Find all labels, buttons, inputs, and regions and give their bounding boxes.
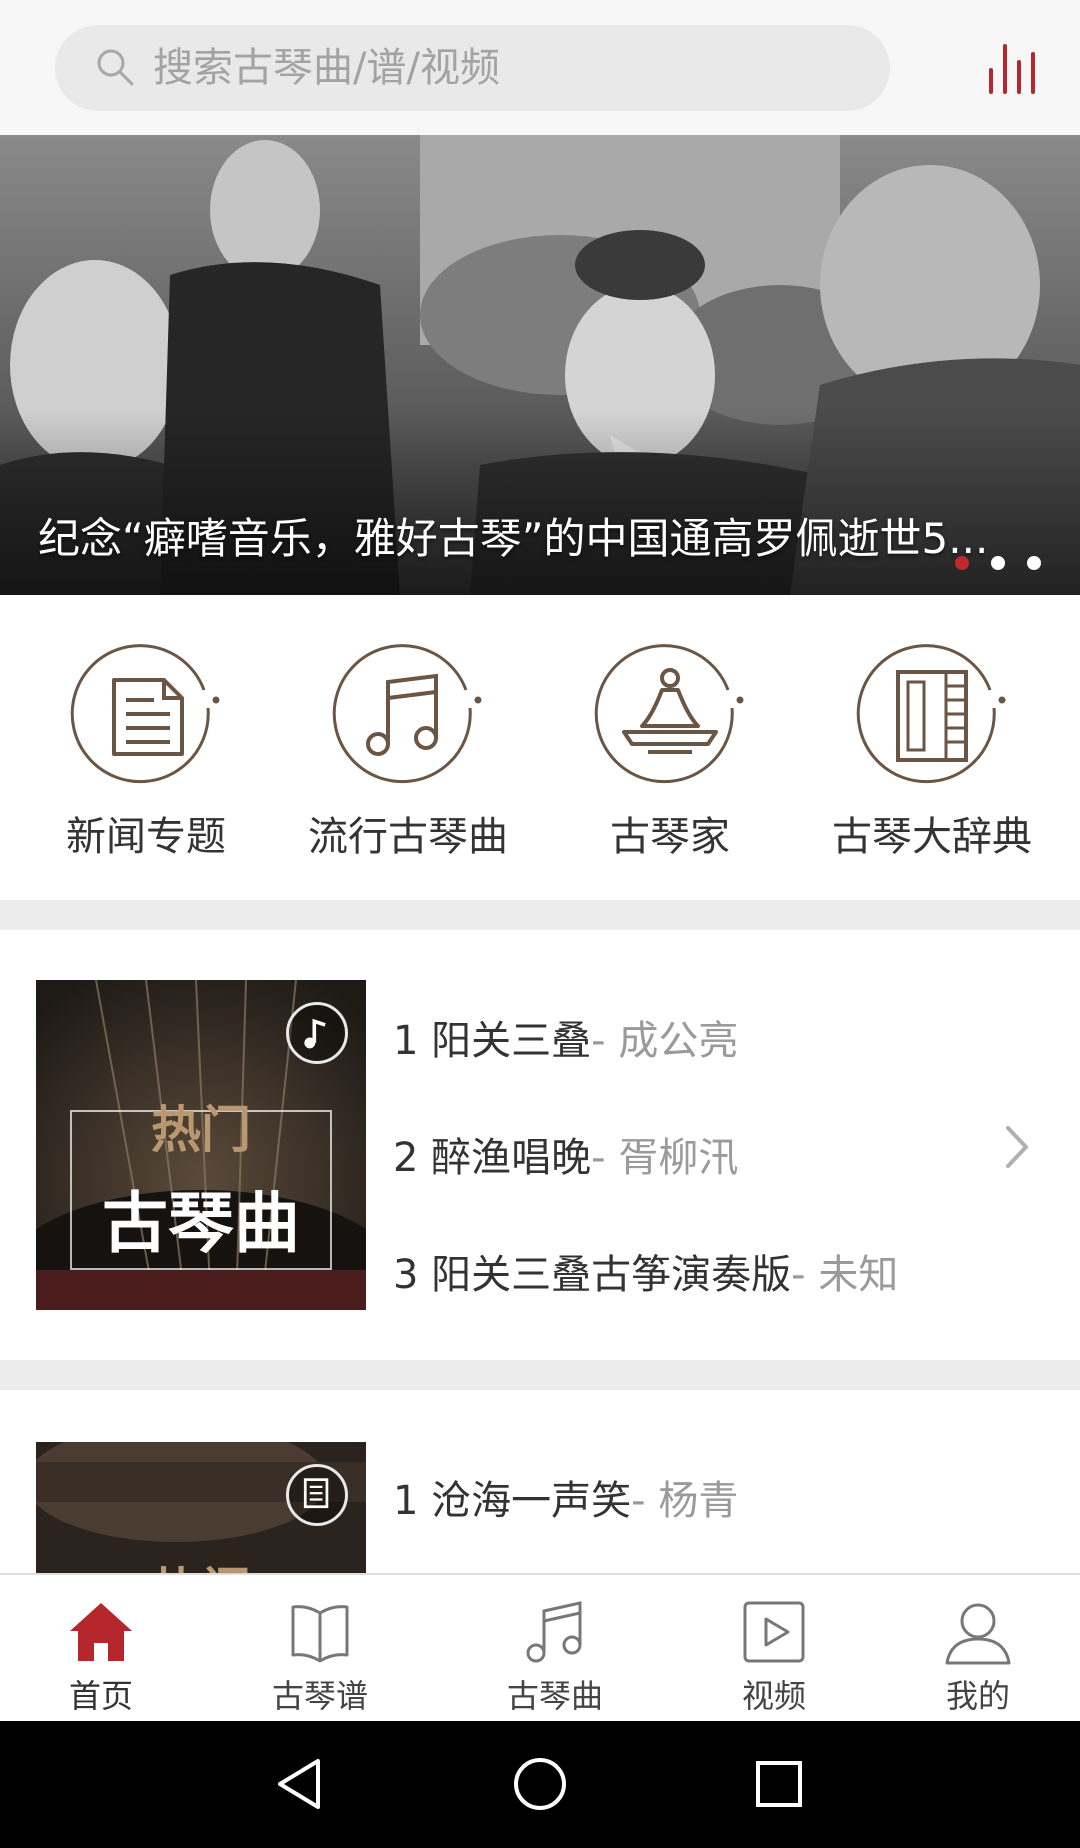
user-icon: [945, 1603, 1011, 1665]
song-item-1[interactable]: 1 阳关三叠- 成公亮: [393, 1008, 738, 1066]
video-play-icon: [743, 1601, 805, 1663]
banner-caption[interactable]: 纪念“癖嗜音乐，雅好古琴”的中国通高罗佩逝世5...: [38, 505, 1028, 566]
score-artist: - 杨青: [631, 1478, 739, 1524]
back-icon[interactable]: [268, 1751, 334, 1817]
category-grid: 新闻专题 流行古琴曲 古琴家 古琴大辞典: [0, 595, 1080, 900]
music-note-icon: [332, 644, 482, 784]
tab-label: 视频: [741, 1677, 806, 1715]
tab-label: 我的: [945, 1677, 1010, 1715]
tab-label: 首页: [68, 1677, 133, 1715]
song-index: 2: [393, 1135, 419, 1181]
dictionary-book-icon: [856, 644, 1006, 784]
score-item-1[interactable]: 1 沧海一声笑- 杨青: [393, 1468, 738, 1526]
song-title: 阳关三叠古筝演奏版: [431, 1252, 792, 1298]
category-dictionary[interactable]: 古琴大辞典: [812, 640, 1052, 862]
song-item-3[interactable]: 3 阳关三叠古筝演奏版- 未知: [393, 1242, 898, 1300]
recent-apps-icon[interactable]: [746, 1751, 812, 1817]
hot-scores-thumbnail[interactable]: 热门: [36, 1442, 366, 1573]
tab-songs[interactable]: 古琴曲: [475, 1597, 635, 1717]
song-artist: - 未知: [791, 1252, 899, 1298]
home-circle-icon[interactable]: [507, 1751, 573, 1817]
score-title: 沧海一声笑: [431, 1478, 632, 1524]
tab-scores[interactable]: 古琴谱: [240, 1597, 400, 1717]
song-title: 阳关三叠: [431, 1018, 592, 1064]
system-navigation-bar: [0, 1721, 1080, 1848]
screen: 搜索古琴曲/谱/视频 纪念“癖嗜音乐，雅好古琴”的中国通高罗佩逝世5... 新闻…: [0, 0, 1080, 1848]
song-artist: - 胥柳汛: [591, 1135, 739, 1181]
tab-home[interactable]: 首页: [21, 1597, 181, 1717]
carousel-dot-1: [955, 556, 969, 570]
carousel-indicator: [955, 556, 1041, 570]
song-index: 3: [393, 1252, 419, 1298]
top-bar: 搜索古琴曲/谱/视频: [0, 0, 1080, 135]
tab-profile[interactable]: 我的: [898, 1597, 1058, 1717]
thumbnail-title: 热门: [151, 1101, 251, 1159]
section-divider: [0, 900, 1080, 930]
thumbnail-title: 热门: [36, 1552, 366, 1573]
tab-label: 古琴谱: [271, 1677, 368, 1715]
bottom-tab-bar: 首页 古琴谱 古琴曲 视频 我的: [0, 1573, 1080, 1721]
song-title: 醉渔唱晚: [431, 1135, 592, 1181]
home-icon: [70, 1603, 132, 1661]
equalizer-icon[interactable]: [985, 40, 1045, 100]
song-artist: - 成公亮: [591, 1018, 739, 1064]
tab-video[interactable]: 视频: [694, 1597, 854, 1717]
section-divider: [0, 1360, 1080, 1390]
song-index: 1: [393, 1018, 419, 1064]
search-input[interactable]: 搜索古琴曲/谱/视频: [55, 25, 890, 111]
open-book-icon: [291, 1605, 349, 1663]
hot-scores-section: 热门 1 沧海一声笑- 杨青: [0, 1390, 1080, 1573]
search-placeholder: 搜索古琴曲/谱/视频: [153, 45, 500, 91]
carousel-dot-3: [1027, 556, 1041, 570]
carousel-dot-2: [991, 556, 1005, 570]
guqin-master-icon: [594, 644, 744, 784]
tab-label: 古琴曲: [506, 1677, 603, 1715]
document-list-icon: [286, 1464, 348, 1526]
score-index: 1: [393, 1478, 419, 1524]
music-note-icon: [526, 1601, 582, 1663]
category-label: 流行古琴曲: [308, 814, 508, 860]
category-masters[interactable]: 古琴家: [550, 640, 790, 862]
category-label: 古琴大辞典: [832, 814, 1032, 860]
category-label: 新闻专题: [66, 814, 226, 860]
category-label: 古琴家: [610, 814, 730, 860]
hot-songs-thumbnail[interactable]: 热门 古琴曲: [36, 980, 366, 1310]
hot-songs-section: 热门 古琴曲 1 阳关三叠- 成公亮 2 醉渔唱晚- 胥柳汛 3 阳关三叠古筝演…: [0, 930, 1080, 1360]
music-note-icon: [286, 1002, 348, 1064]
thumbnail-subtitle: 古琴曲: [102, 1185, 300, 1262]
category-news[interactable]: 新闻专题: [26, 640, 266, 862]
category-popular-songs[interactable]: 流行古琴曲: [288, 640, 528, 862]
song-item-2[interactable]: 2 醉渔唱晚- 胥柳汛: [393, 1125, 738, 1183]
news-document-icon: [70, 644, 220, 784]
chevron-right-icon[interactable]: [1000, 1122, 1034, 1172]
search-icon: [97, 49, 134, 86]
